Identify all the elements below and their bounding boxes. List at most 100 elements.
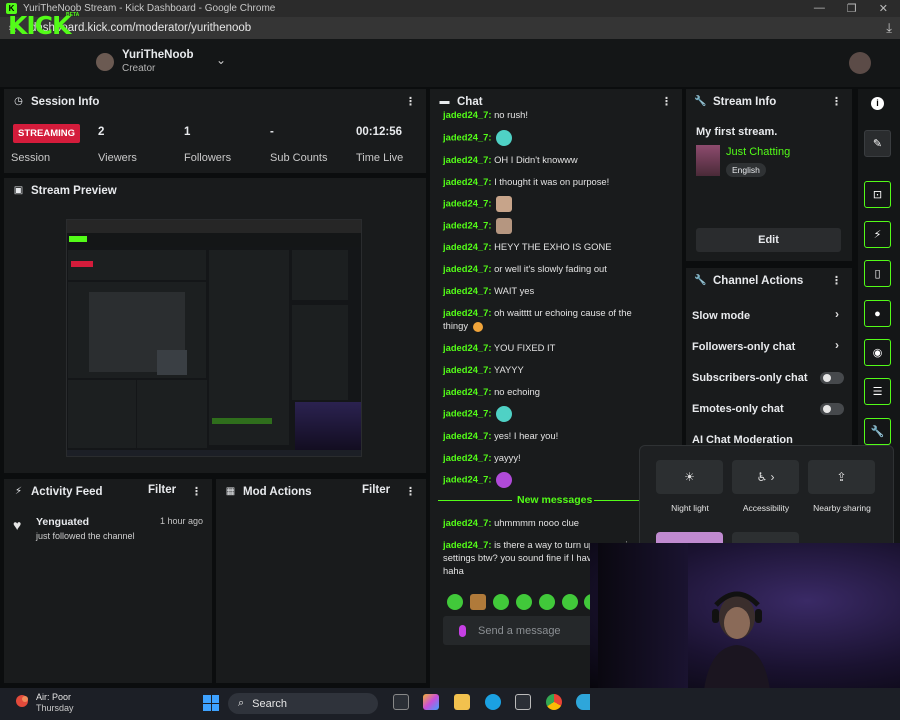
language-tag: English (726, 163, 766, 177)
edit-pencil-icon[interactable]: ✎ (864, 130, 891, 157)
taskbar-search[interactable]: ⌕ Search (228, 693, 378, 714)
stream-info-title: Stream Info (713, 95, 777, 108)
emote-icon (496, 406, 513, 422)
subscribers-only-chat-toggle[interactable] (820, 372, 844, 384)
chat-message: jaded24_7: (443, 406, 653, 422)
share-icon: ⇪ (836, 470, 847, 484)
maximize-button[interactable]: ❐ (847, 2, 857, 15)
wrench-icon: 🔧 (694, 275, 707, 286)
chat-message: jaded24_7: OH I Didn't knowww (443, 154, 578, 165)
chat-message: jaded24_7: (443, 196, 653, 212)
chat-menu-icon[interactable]: ⋮ (661, 95, 672, 108)
clock-icon: ◷ (14, 96, 23, 107)
emote-icon[interactable] (493, 594, 509, 610)
screen-capture-icon[interactable]: ⊡ (864, 181, 891, 208)
session-info-menu-icon[interactable]: ⋮ (405, 95, 416, 108)
profile-avatar[interactable] (849, 52, 871, 74)
emote-icon[interactable] (516, 594, 532, 610)
telegram-icon[interactable] (576, 694, 590, 710)
accessibility-icon: ♿ › (756, 470, 775, 484)
slow-mode-item[interactable]: Slow mode (692, 310, 750, 322)
search-icon: ⌕ (238, 697, 245, 709)
emote-icon (496, 472, 513, 488)
quick-settings-flyout: ☀ ♿ › ⇪ Night light Accessibility Nearby… (639, 445, 894, 552)
brightness-icon: ☀ (684, 470, 695, 484)
chat-message: jaded24_7: YAYYY (443, 364, 524, 375)
nearby-sharing-tile[interactable]: ⇪ (808, 460, 875, 494)
emote-icon[interactable] (470, 594, 486, 610)
chat-icon[interactable]: ● (864, 300, 891, 327)
chat-message: jaded24_7: (443, 472, 653, 488)
stat-sub-counts: - Sub Counts (270, 126, 328, 164)
wrench-icon: 🔧 (694, 96, 707, 107)
edge-icon[interactable] (485, 694, 501, 710)
lightning-icon[interactable]: ⚡ (864, 221, 891, 248)
chrome-icon[interactable] (546, 694, 562, 710)
accessibility-tile[interactable]: ♿ › (732, 460, 799, 494)
stream-preview-video[interactable] (66, 219, 362, 457)
emotes-only-chat-toggle[interactable] (820, 403, 844, 415)
chevron-right-icon[interactable]: › (835, 338, 839, 352)
lightning-icon: ⚡ (14, 486, 23, 497)
emotes-only-chat-label: Emotes-only chat (692, 403, 784, 415)
emote-icon (496, 130, 513, 146)
chat-message: jaded24_7: no rush! (443, 111, 528, 120)
channel-actions-menu-icon[interactable]: ⋮ (831, 274, 842, 287)
edit-stream-info-button[interactable]: Edit (696, 228, 841, 252)
air-quality-icon[interactable] (13, 692, 31, 710)
streamer-silhouette (704, 591, 770, 688)
copilot-icon[interactable] (423, 694, 439, 710)
close-window-button[interactable]: ✕ (879, 2, 888, 15)
channel-avatar[interactable] (96, 53, 114, 71)
activity-user[interactable]: Yenguated (36, 516, 89, 528)
layers-icon[interactable]: ☰ (864, 378, 891, 405)
stat-time-live: 00:12:56 Time Live (356, 126, 404, 164)
mod-actions-panel: ▦ Mod Actions Filter ⋮ (216, 479, 426, 683)
category-link[interactable]: Just Chatting (726, 146, 790, 158)
weather-title[interactable]: Air: Poor (36, 692, 71, 703)
chat-title: Chat (457, 95, 483, 108)
new-messages-divider[interactable]: New messages (438, 493, 653, 507)
chat-message-input[interactable]: Send a message (443, 616, 593, 645)
chevron-right-icon[interactable]: › (835, 307, 839, 321)
emote-icon[interactable] (539, 594, 555, 610)
mod-actions-menu-icon[interactable]: ⋮ (405, 485, 416, 498)
channel-username[interactable]: YuriTheNoob (122, 49, 194, 61)
document-icon[interactable]: ▯ (864, 260, 891, 287)
emote-icon[interactable] (447, 594, 463, 610)
mic-icon[interactable] (459, 624, 466, 637)
activity-feed-filter-button[interactable]: Filter (148, 484, 176, 496)
windows-start-icon[interactable] (203, 695, 219, 711)
mod-actions-filter-button[interactable]: Filter (362, 484, 390, 496)
nearby-sharing-label: Nearby sharing (813, 503, 871, 513)
file-explorer-icon[interactable] (454, 694, 470, 710)
minimize-button[interactable]: — (814, 2, 825, 15)
broadcast-icon[interactable]: ◉ (864, 339, 891, 366)
channel-actions-panel: 🔧 Channel Actions ⋮ (686, 268, 852, 448)
emote-icon (472, 321, 483, 332)
chat-message: jaded24_7: YOU FIXED IT (443, 342, 556, 353)
stream-info-menu-icon[interactable]: ⋮ (831, 95, 842, 108)
channel-role: Creator (122, 63, 156, 74)
channel-switcher-chevron-icon[interactable]: ⌄ (216, 53, 226, 67)
info-icon[interactable]: i (871, 97, 884, 110)
mod-actions-title: Mod Actions (243, 485, 312, 498)
chat-message: jaded24_7: (443, 218, 653, 234)
download-icon[interactable]: ⤓ (886, 20, 892, 36)
task-view-icon[interactable] (393, 694, 409, 710)
activity-feed-menu-icon[interactable]: ⋮ (191, 485, 202, 498)
wrench-icon[interactable]: 🔧 (864, 418, 891, 445)
subscribers-only-chat-label: Subscribers-only chat (692, 372, 808, 384)
windows-taskbar (0, 688, 900, 720)
chat-message: jaded24_7: oh waitttt ur echoing cause o… (443, 307, 632, 332)
store-icon[interactable] (515, 694, 531, 710)
emote-icon[interactable] (562, 594, 578, 610)
session-info-title: Session Info (31, 95, 100, 108)
address-bar[interactable]: ⚟ dashboard.kick.com/moderator/yuritheno… (0, 17, 900, 39)
night-light-tile[interactable]: ☀ (656, 460, 723, 494)
activity-text: just followed the channel (36, 531, 135, 541)
kick-logo[interactable]: KICK (8, 11, 71, 40)
streaming-status-badge: STREAMING (13, 124, 80, 143)
followers-only-chat-item[interactable]: Followers-only chat (692, 341, 795, 353)
preview-icon: ▣ (13, 185, 24, 196)
